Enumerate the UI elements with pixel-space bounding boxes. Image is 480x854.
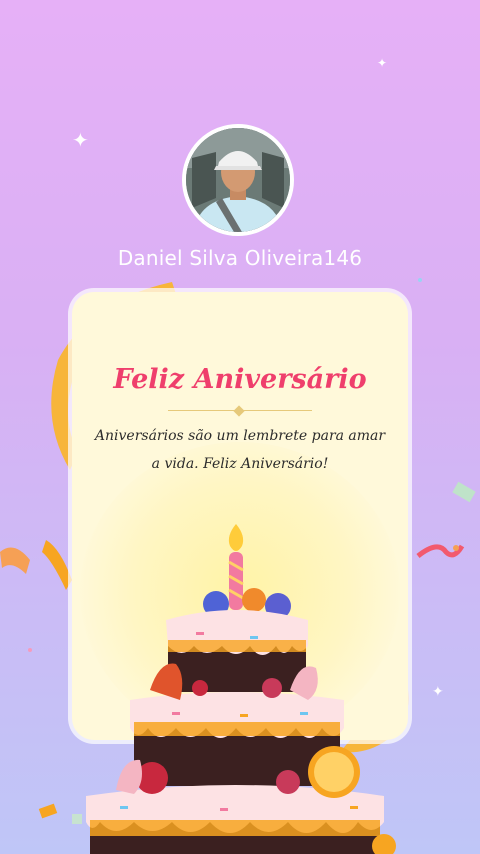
birthday-cake-icon <box>86 524 396 854</box>
